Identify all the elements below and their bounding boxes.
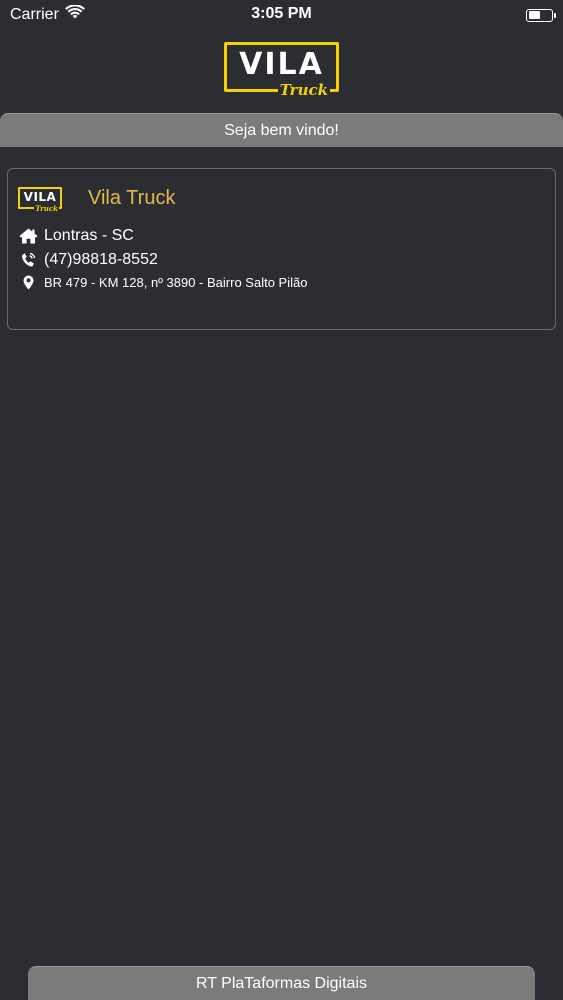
carrier-label: Carrier [10,6,59,23]
address-text[interactable]: BR 479 - KM 128, nº 3890 - Bairro Salto … [44,275,307,290]
company-logo-main-text: VILA [23,189,57,204]
city-text: Lontras - SC [44,227,134,244]
company-title: Vila Truck [88,186,176,209]
logo-main-text: VILA [239,46,324,82]
app-logo: VILA Truck [224,42,339,99]
location-pin-icon [18,275,38,290]
phone-icon [18,252,38,268]
card-header: VILA Truck Vila Truck [18,183,545,213]
status-bar: Carrier [0,0,563,30]
battery-icon [526,8,556,22]
wifi-icon [64,4,85,25]
company-logo-script-text: Truck [34,204,59,213]
company-logo: VILA Truck [18,187,62,213]
footer-bar[interactable]: RT PlaTaformas Digitais [28,966,535,1000]
status-left: Carrier [10,4,85,25]
phone-text[interactable]: (47)98818-8552 [44,251,158,269]
company-card[interactable]: VILA Truck Vila Truck Lontras - SC (47)9… [7,168,556,330]
address-row[interactable]: BR 479 - KM 128, nº 3890 - Bairro Salto … [18,275,545,290]
home-icon [18,228,38,244]
app-header: VILA Truck [0,42,563,99]
footer-text[interactable]: RT PlaTaformas Digitais [196,975,367,993]
logo-script-text: Truck [277,81,330,99]
welcome-text: Seja bem vindo! [224,121,339,139]
welcome-bar: Seja bem vindo! [0,113,563,147]
phone-row[interactable]: (47)98818-8552 [18,251,545,269]
city-row: Lontras - SC [18,227,545,245]
